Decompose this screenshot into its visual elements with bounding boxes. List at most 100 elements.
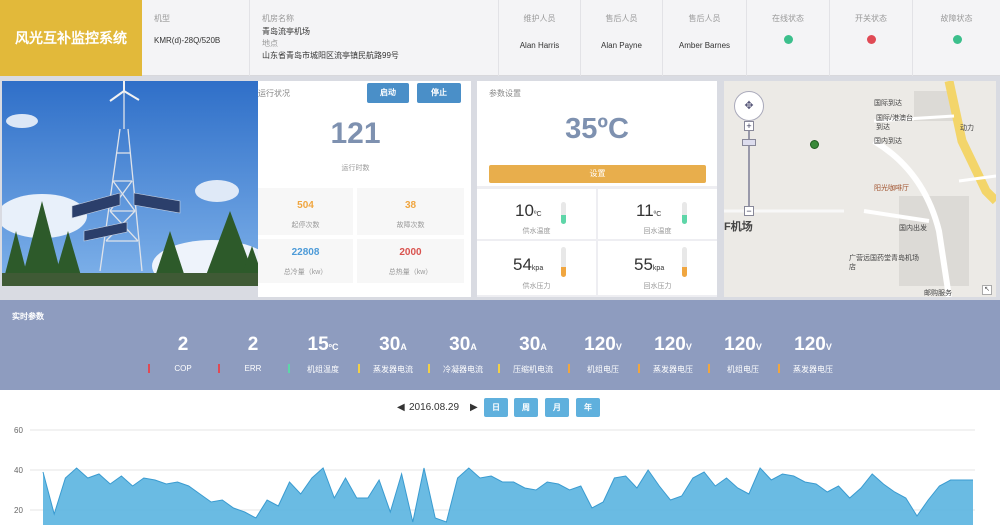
return-temp-label: 回水温度 <box>643 228 672 235</box>
map-label: 邮购服务 <box>924 290 952 297</box>
set-button[interactable]: 设置 <box>489 165 706 183</box>
map-label: 动力 <box>960 125 974 132</box>
staff-cell-aftersales-1: 售后人员 Alan Payne <box>581 0 663 76</box>
running-hours-label: 运行时数 <box>341 165 370 172</box>
rt-value: 30A <box>449 334 477 355</box>
return-pressure-cell: 55kpa 回水压力 <box>598 241 717 295</box>
total-cooling-label: 总冷量（kw） <box>283 269 328 276</box>
app-title: 风光互补监控系统 <box>0 0 142 76</box>
rt-value: 120V <box>724 334 762 355</box>
supply-pressure-cell: 54kpa 供水压力 <box>477 241 596 295</box>
zoom-thumb[interactable] <box>742 139 756 146</box>
model-label: 机型 <box>154 14 170 23</box>
rt-value: 30A <box>379 334 407 355</box>
map-label: 阳光咖啡厅 <box>874 185 909 192</box>
start-stop-label: 起停次数 <box>291 222 320 229</box>
total-cooling-value: 22808 <box>291 247 320 258</box>
realtime-panel: 实时参数 2 COP 2 ERR 15ºC 机组温度 30A 蒸发器电流 30A… <box>0 300 1000 390</box>
return-temp-cell: 11ºC 回水温度 <box>598 189 717 239</box>
stop-button[interactable]: 停止 <box>417 83 461 103</box>
total-heating: 2000 总热量（kw） <box>357 239 464 283</box>
realtime-title: 实时参数 <box>12 312 44 321</box>
fault-status-indicator <box>952 35 962 44</box>
rt-item-evap-voltage: 120V 蒸发器电压 <box>633 300 713 390</box>
map-zoom-slider[interactable]: + − <box>742 121 756 216</box>
rt-value: 120V <box>584 334 622 355</box>
range-day-button[interactable]: 日 <box>484 398 508 417</box>
address-label: 地点 <box>262 39 278 48</box>
map-label: 广营远国药堂青岛机场店 <box>849 255 919 271</box>
rt-value: 120V <box>654 334 692 355</box>
run-status-panel: 运行状况 启动 停止 121 运行时数 504 起停次数 38 故障次数 228… <box>258 81 471 297</box>
rt-label: 机组电压 <box>727 365 759 374</box>
supply-pressure-value: 54kpa <box>513 255 544 274</box>
rt-item-evap-current: 30A 蒸发器电流 <box>353 300 433 390</box>
status-label: 开关状态 <box>855 14 887 23</box>
parameter-panel: 参数设置 35ºC 设置 10ºC 供水温度 11ºC 回水温度 54kpa 供… <box>477 81 717 297</box>
map-label: 国际/港澳台到达 <box>876 115 913 131</box>
zoom-out-icon[interactable]: − <box>744 206 754 216</box>
range-year-button[interactable]: 年 <box>576 398 600 417</box>
start-button[interactable]: 启动 <box>367 83 409 103</box>
y-tick-label: 60 <box>14 426 23 435</box>
room-label: 机房名称 <box>262 14 294 23</box>
staff-label: 售后人员 <box>688 14 721 23</box>
rt-value: 2 <box>177 334 189 355</box>
staff-name: Amber Barnes <box>678 41 731 50</box>
parameter-title: 参数设置 <box>489 89 521 98</box>
address-value: 山东省青岛市城阳区流亭镇民航路99号 <box>262 51 399 60</box>
running-hours-value: 121 <box>330 117 381 150</box>
zoom-in-icon[interactable]: + <box>744 121 754 131</box>
total-heating-label: 总热量（kw） <box>388 269 433 276</box>
rt-item-comp-current: 30A 压缩机电流 <box>493 300 573 390</box>
return-temp-gauge <box>682 202 687 224</box>
prev-date-icon[interactable]: ◀ <box>397 402 405 413</box>
chart-area-series <box>43 468 973 525</box>
fault-status-cell: 故障状态 <box>913 0 1000 76</box>
supply-temp-gauge <box>561 202 566 224</box>
history-chart-panel: ◀ 2016.08.29 ▶ 日 周 月 年 60 40 20 <box>0 390 1000 525</box>
rt-item-cop: 2 COP <box>143 300 223 390</box>
staff-cell-aftersales-2: 售后人员 Amber Barnes <box>663 0 747 76</box>
header-bar: 风光互补监控系统 机型 KMR(d)-28Q/520B 机房名称 青岛流亭机场 … <box>0 0 1000 76</box>
next-date-icon[interactable]: ▶ <box>470 402 478 413</box>
rt-label: COP <box>174 364 192 373</box>
map-label: 国内到达 <box>874 138 902 145</box>
range-week-button[interactable]: 周 <box>514 398 538 417</box>
staff-name: Alan Payne <box>601 41 642 50</box>
rt-label: 机组温度 <box>307 365 339 374</box>
y-tick-label: 40 <box>14 466 23 475</box>
area-chart: 60 40 20 <box>14 426 975 525</box>
supply-pressure-label: 供水压力 <box>522 283 551 290</box>
return-pressure-gauge <box>682 247 687 277</box>
switch-status-cell: 开关状态 <box>830 0 913 76</box>
site-photo <box>2 81 258 286</box>
supply-pressure-gauge <box>561 247 566 277</box>
rt-value: 15ºC <box>307 334 339 355</box>
model-cell: 机型 KMR(d)-28Q/520B <box>142 0 250 76</box>
rt-item-evap-voltage-2: 120V 蒸发器电压 <box>773 300 853 390</box>
rt-item-cond-current: 30A 冷凝器电流 <box>423 300 503 390</box>
fault-count: 38 故障次数 <box>357 188 464 235</box>
return-temp-value: 11ºC <box>636 201 662 220</box>
supply-temp-value: 10ºC <box>515 201 542 220</box>
rt-label: 压缩机电流 <box>513 365 553 374</box>
return-pressure-label: 回水压力 <box>643 283 672 290</box>
range-month-button[interactable]: 月 <box>545 398 569 417</box>
fault-count-value: 38 <box>404 200 417 211</box>
map-expand-icon[interactable]: ↖ <box>982 285 992 295</box>
staff-label: 维护人员 <box>523 14 556 23</box>
rt-label: ERR <box>244 364 262 373</box>
map-panel[interactable]: ✥ + − 国际到达 国际/港澳台到达 动力 国内到达 阳光咖啡厅 国内出发 F… <box>724 81 996 297</box>
map-pan-control-icon[interactable]: ✥ <box>734 91 764 121</box>
map-label: F机场 <box>724 221 753 233</box>
rt-item-unit-voltage: 120V 机组电压 <box>563 300 643 390</box>
rt-label: 机组电压 <box>587 365 619 374</box>
rt-item-unit-temp: 15ºC 机组温度 <box>283 300 363 390</box>
rt-value: 30A <box>519 334 547 355</box>
total-cooling: 22808 总冷量（kw） <box>258 239 353 283</box>
room-cell: 机房名称 青岛流亭机场 地点 山东省青岛市城阳区流亭镇民航路99号 <box>250 0 499 76</box>
supply-temp-label: 供水温度 <box>522 228 551 235</box>
location-pin-icon[interactable] <box>810 140 819 149</box>
total-heating-value: 2000 <box>399 247 422 258</box>
